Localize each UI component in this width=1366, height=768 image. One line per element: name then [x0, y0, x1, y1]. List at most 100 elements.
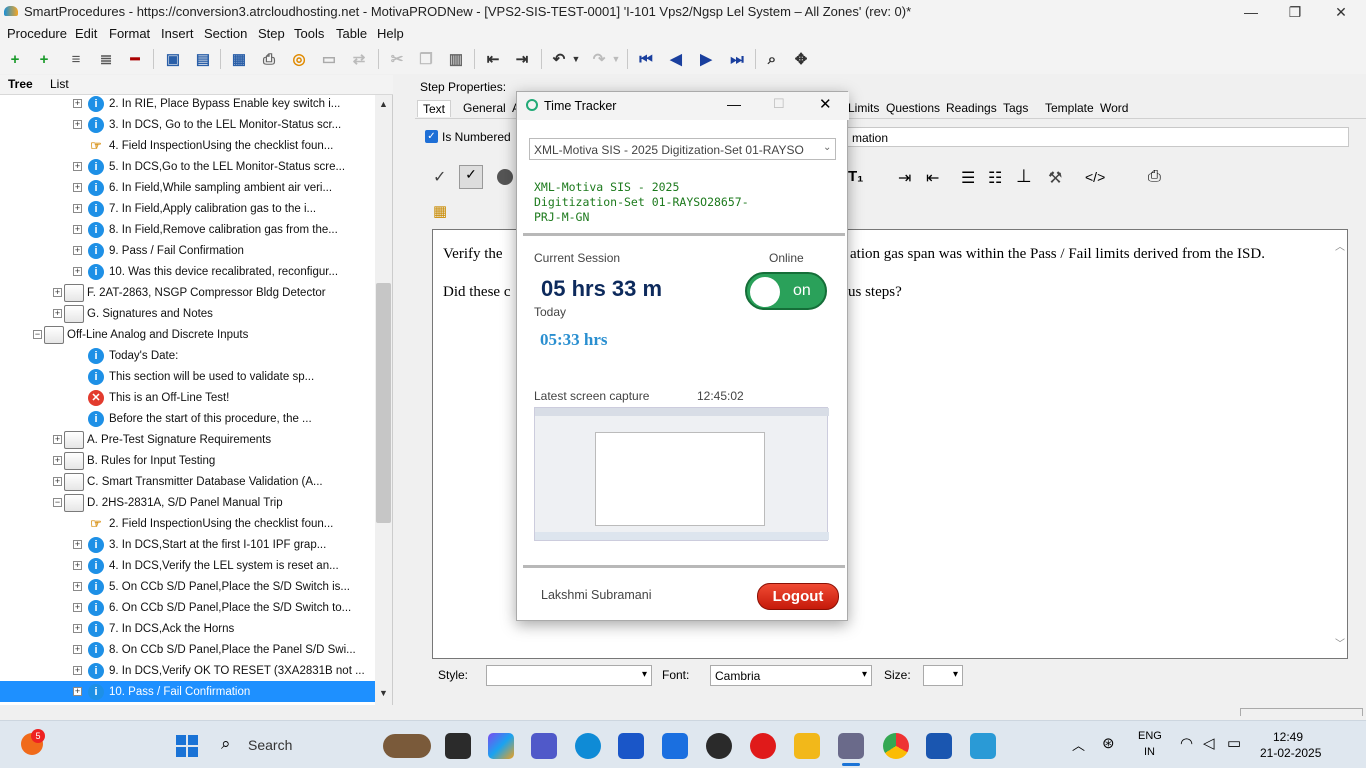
next-icon[interactable]: ▶ [696, 49, 716, 69]
expand-icon[interactable]: + [53, 456, 62, 465]
indent-right-icon[interactable]: ⇥ [898, 168, 911, 188]
code-view-icon[interactable]: </> [1085, 169, 1105, 185]
clock-time[interactable]: 12:49 [1273, 730, 1303, 744]
menu-edit[interactable]: Edit [75, 26, 97, 41]
search-icon[interactable]: ⌕ [221, 734, 231, 754]
dell-icon[interactable] [706, 733, 732, 759]
print-icon[interactable]: ⎙ [259, 49, 279, 69]
spellcheck-icon[interactable]: ✓ [433, 167, 446, 187]
tab-questions[interactable]: Questions [886, 101, 940, 115]
menu-step[interactable]: Step [258, 26, 285, 41]
tree-item[interactable]: + B. Rules for Input Testing [0, 450, 375, 471]
export-icon[interactable]: ▦ [229, 49, 249, 69]
file-explorer-icon[interactable] [794, 733, 820, 759]
tree-item[interactable]: + A. Pre-Test Signature Requirements [0, 429, 375, 450]
tree-item[interactable]: + i 6. On CCb S/D Panel,Place the S/D Swit… [0, 597, 375, 618]
expand-icon[interactable]: + [73, 225, 82, 234]
tree-item[interactable]: + i 4. In DCS,Verify the LEL system is res… [0, 555, 375, 576]
maximize-button[interactable]: ❐ [1272, 0, 1318, 24]
store-icon[interactable] [618, 733, 644, 759]
chevron-down-icon[interactable]: ▼ [606, 49, 626, 69]
menu-procedure[interactable]: Procedure [7, 26, 67, 41]
tree-item[interactable]: + i 5. In DCS,Go to the LEL Monitor-Status… [0, 156, 375, 177]
expand-icon[interactable]: + [73, 267, 82, 276]
expand-icon[interactable]: + [73, 561, 82, 570]
print-icon[interactable]: ⎙ [1148, 168, 1161, 186]
dialog-maximize-button[interactable]: ☐ [773, 96, 785, 112]
step-title-field[interactable]: mation [845, 127, 1349, 147]
expand-icon[interactable]: + [73, 603, 82, 612]
app-icon[interactable] [970, 733, 996, 759]
scroll-down-icon[interactable]: ▼ [379, 688, 388, 698]
expand-icon[interactable]: + [53, 435, 62, 444]
expand-icon[interactable]: + [73, 246, 82, 255]
tree-item[interactable]: + i 9. In DCS,Verify OK TO RESET (3XA2831B… [0, 660, 375, 681]
magic-wand-icon[interactable]: ⚒ [1048, 168, 1062, 188]
disabled-tool-icon[interactable]: ⇄ [349, 49, 369, 69]
save-icon[interactable]: ▤ [193, 49, 213, 69]
expand-icon[interactable]: + [73, 666, 82, 675]
expand-icon[interactable]: + [73, 687, 82, 696]
tree-item[interactable]: + i 10. Was this device recalibrated, reco… [0, 261, 375, 282]
smartprocedures-icon[interactable] [838, 733, 864, 759]
send-icon[interactable] [662, 733, 688, 759]
tree-item[interactable]: i Before the start of this procedure, the… [0, 408, 375, 429]
volume-icon[interactable]: ◁ [1203, 734, 1215, 752]
indent-left-icon[interactable]: ⇤ [926, 168, 939, 188]
tree-item[interactable]: + i 8. In Field,Remove calibration gas fro… [0, 219, 375, 240]
tab-word[interactable]: Word [1100, 101, 1128, 115]
battery-icon[interactable]: ▭ [1227, 734, 1241, 752]
collapse-icon[interactable]: − [33, 330, 42, 339]
chevron-down-icon[interactable]: ▼ [566, 49, 586, 69]
expand-icon[interactable]: + [73, 582, 82, 591]
first-icon[interactable]: ⏮ [636, 49, 656, 69]
editor-scroll-up-icon[interactable]: ︿ [1335, 238, 1345, 253]
tree-item[interactable]: i Today's Date: [0, 345, 375, 366]
close-button[interactable]: ✕ [1318, 0, 1364, 24]
spellcheck-auto-icon[interactable]: ✓ [459, 165, 483, 189]
dialog-minimize-button[interactable]: — [727, 96, 741, 112]
network-status-icon[interactable]: ⊛ [1102, 734, 1115, 752]
list-detail-icon[interactable]: ≣ [96, 49, 116, 69]
chrome-icon[interactable] [883, 733, 909, 759]
scroll-up-icon[interactable]: ▲ [379, 99, 388, 109]
tree-item[interactable]: + i 5. On CCb S/D Panel,Place the S/D Swit… [0, 576, 375, 597]
add-child-icon[interactable]: + [34, 49, 54, 69]
language-bottom[interactable]: IN [1144, 746, 1155, 758]
tree-item[interactable]: + i 8. On CCb S/D Panel,Place the Panel S/… [0, 639, 375, 660]
open-icon[interactable]: ▣ [163, 49, 183, 69]
cut-icon[interactable]: ✂ [387, 49, 407, 69]
window-icon[interactable]: ▭ [319, 49, 339, 69]
add-icon[interactable]: + [5, 49, 25, 69]
tree-item[interactable]: + C. Smart Transmitter Database Validatio… [0, 471, 375, 492]
windows-start-icon[interactable] [176, 735, 198, 757]
tree-item[interactable]: − D. 2HS-2831A, S/D Panel Manual Trip [0, 492, 375, 513]
scroll-thumb[interactable] [376, 283, 391, 523]
tree-item[interactable]: + i 2. In RIE, Place Bypass Enable key swi… [0, 93, 375, 114]
indent-icon[interactable]: ⇥ [512, 49, 532, 69]
edge-icon[interactable] [575, 733, 601, 759]
expand-icon[interactable]: + [53, 288, 62, 297]
remove-icon[interactable]: ━ [125, 49, 145, 69]
audio-icon[interactable] [497, 169, 513, 185]
move-icon[interactable]: ✥ [791, 49, 811, 69]
copilot-icon[interactable] [488, 733, 514, 759]
menu-section[interactable]: Section [204, 26, 247, 41]
tab-tree[interactable]: Tree [8, 77, 33, 91]
collapse-icon[interactable]: − [53, 498, 62, 507]
wifi-icon[interactable]: ◠ [1180, 734, 1193, 752]
tree-item[interactable]: + i 10. Pass / Fail Confirmation [0, 681, 375, 702]
tab-general[interactable]: General [463, 101, 506, 115]
outdent-icon[interactable]: ⇤ [483, 49, 503, 69]
tree-item[interactable]: + i 7. In DCS,Ack the Horns [0, 618, 375, 639]
copy-icon[interactable]: ❐ [416, 49, 436, 69]
search-box[interactable]: Search [248, 737, 292, 753]
font-select[interactable]: Cambria ▾ [710, 665, 872, 686]
online-toggle[interactable]: on [745, 272, 827, 310]
menu-table[interactable]: Table [336, 26, 367, 41]
tree-item[interactable]: + G. Signatures and Notes [0, 303, 375, 324]
style-select[interactable]: ▾ [486, 665, 652, 686]
menu-tools[interactable]: Tools [294, 26, 324, 41]
previous-icon[interactable]: ◀ [666, 49, 686, 69]
find-icon[interactable]: ⌕ [762, 49, 782, 69]
